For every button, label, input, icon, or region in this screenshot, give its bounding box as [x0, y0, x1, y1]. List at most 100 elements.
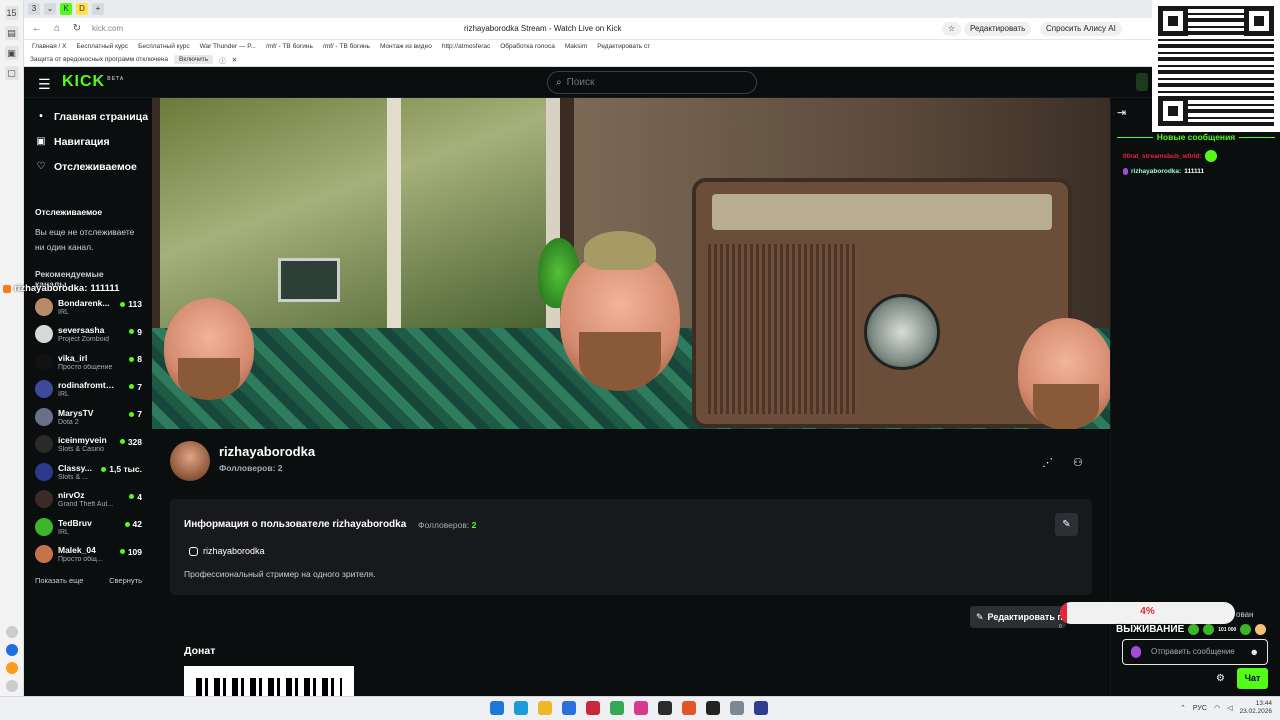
tab-counter[interactable]: 15: [4, 6, 19, 20]
sidebar-channel-item[interactable]: seversasha Project Zomboid 9: [24, 321, 152, 349]
tray-arrow-icon[interactable]: ⌃: [1180, 704, 1186, 712]
side-icon-1[interactable]: ▤: [4, 26, 19, 40]
bookmark-item[interactable]: Монтаж из видео: [380, 43, 432, 50]
firefox-icon[interactable]: [682, 701, 696, 715]
search-input[interactable]: [566, 77, 737, 88]
sidebar-channel-item[interactable]: rodinafromthai IRL 7: [24, 376, 152, 404]
mail-icon[interactable]: [6, 662, 18, 674]
start-icon[interactable]: [490, 701, 504, 715]
survival-title: ВЫЖИВАНИЕ: [1116, 624, 1185, 635]
sidebar-channel-item[interactable]: MarysTV Dota 2 7: [24, 403, 152, 431]
wifi-icon[interactable]: ◠: [1214, 704, 1220, 712]
ask-alice-button[interactable]: Спросить Алису AI: [1040, 22, 1122, 36]
language-indicator[interactable]: РУС: [1193, 705, 1207, 712]
channel-viewers: 328: [119, 437, 142, 447]
overlay-icon: [3, 284, 11, 293]
emote-icon: [1240, 624, 1252, 635]
clock[interactable]: 13:44 23.02.2026: [1239, 700, 1272, 716]
banner-face-center: [560, 231, 680, 391]
channel-avatar: [35, 545, 53, 564]
emoji-icon[interactable]: ☻: [1250, 647, 1259, 657]
reload-icon[interactable]: ↻: [70, 23, 84, 34]
sidebar-channel-item[interactable]: nirvOz Grand Theft Aut... 4: [24, 486, 152, 514]
avatar[interactable]: [170, 441, 210, 481]
chat-user[interactable]: 00rat_streamsbub_w0rld:: [1123, 153, 1202, 160]
edit-about-button[interactable]: ✎: [1055, 513, 1078, 536]
home-browser-icon[interactable]: ⌂: [50, 23, 64, 34]
app-icon[interactable]: [706, 701, 720, 715]
add-icon[interactable]: [6, 626, 18, 638]
bookmark-item[interactable]: http://atmosferac: [442, 43, 490, 50]
channel-item-category: Project Zomboid: [58, 336, 109, 344]
back-icon[interactable]: ←: [30, 23, 44, 34]
overlay-qr-code: [1152, 0, 1280, 132]
app-icon[interactable]: [658, 701, 672, 715]
tab-chevron-icon[interactable]: ⌄: [44, 3, 56, 15]
sidebar-channel-item[interactable]: iceinmyvein Slots & Casino 328: [24, 431, 152, 459]
side-icon-3[interactable]: ▢: [4, 66, 19, 80]
channel-viewers: 1,5 тыс.: [101, 464, 142, 474]
bookmark-item[interactable]: /mf/ - ТВ богинь: [323, 43, 370, 50]
new-tab-plus-icon[interactable]: +: [92, 3, 104, 15]
instagram-link[interactable]: rizhayaborodka: [189, 546, 265, 556]
bookmark-star-icon[interactable]: ☆: [942, 22, 962, 36]
channel-item-name: TedBruv: [58, 517, 92, 528]
gear-icon[interactable]: ⚙: [1216, 673, 1225, 684]
sidebar-channel-item[interactable]: TedBruv IRL 42: [24, 513, 152, 541]
check-icon[interactable]: [6, 644, 18, 656]
send-chat-button[interactable]: Чат: [1237, 668, 1268, 689]
sidebar-item-browse[interactable]: ▣ Навигация: [24, 129, 152, 154]
sidebar-channel-item[interactable]: Malek_04 Просто общ... 109: [24, 541, 152, 569]
bookmark-item[interactable]: Бесплатный курс: [77, 43, 129, 50]
bookmark-item[interactable]: Редактировать ст: [597, 43, 650, 50]
bookmark-item[interactable]: /mf/ - ТВ богинь: [266, 43, 313, 50]
help-icon[interactable]: ⓘ: [219, 55, 226, 65]
check-app-icon[interactable]: [562, 701, 576, 715]
chat-user[interactable]: rizhayaborodka:: [1131, 168, 1181, 175]
sidebar-item-home[interactable]: • Главная страница: [24, 104, 152, 129]
sidebar-channel-item[interactable]: vika_irl Просто общение 8: [24, 348, 152, 376]
volume-icon[interactable]: ◁: [1227, 704, 1232, 712]
collapse-link[interactable]: Свернуть: [109, 576, 142, 585]
url-field[interactable]: kick.com: [92, 24, 212, 33]
search-box[interactable]: ⌕: [547, 71, 757, 94]
logo-beta: BETA: [107, 75, 125, 82]
show-more-link[interactable]: Показать еще: [35, 576, 83, 585]
app-icon[interactable]: [586, 701, 600, 715]
bookmark-item[interactable]: Обработка голоса: [500, 43, 555, 50]
bookmark-item[interactable]: War Thunder — Р...: [200, 43, 256, 50]
instagram-app-icon[interactable]: [634, 701, 648, 715]
sidebar-item-following[interactable]: ♡ Отслеживаемое: [24, 154, 152, 179]
grid-icon[interactable]: [6, 680, 18, 692]
menu-icon[interactable]: ☰: [38, 76, 51, 93]
enable-protection-button[interactable]: Включить: [174, 55, 214, 64]
user-settings-icon[interactable]: ⚇: [1073, 456, 1083, 469]
yandex-icon[interactable]: [754, 701, 768, 715]
bookmark-item[interactable]: Главная / X: [32, 43, 67, 50]
kick-logo[interactable]: KICK BETA: [62, 73, 124, 91]
account-button[interactable]: [1136, 73, 1148, 91]
close-icon[interactable]: ✕: [232, 56, 237, 64]
sidebar-channel-item[interactable]: Bondarenk... IRL 113: [24, 293, 152, 321]
donate-qr-code[interactable]: [184, 666, 354, 696]
chrome-icon[interactable]: [610, 701, 624, 715]
edit-page-button[interactable]: Редактировать: [964, 22, 1032, 36]
sidebar-channel-item[interactable]: Classy... Slots & ... 1,5 тыс.: [24, 458, 152, 486]
bookmark-item[interactable]: Бесплатный курс: [138, 43, 190, 50]
edit-panels-button[interactable]: ✎ Редактировать панели: [970, 606, 1066, 628]
side-icon-2[interactable]: ▣: [4, 46, 19, 60]
tab-3[interactable]: 3: [28, 3, 40, 15]
channel-item-name: seversasha: [58, 325, 105, 336]
channel-viewers: 4: [129, 492, 142, 502]
share-icon[interactable]: ⋰: [1042, 456, 1053, 469]
folder-icon[interactable]: [538, 701, 552, 715]
tab-other[interactable]: D: [76, 3, 88, 15]
edge-icon[interactable]: [514, 701, 528, 715]
browser-side-panel: 15 ▤ ▣ ▢: [0, 0, 24, 700]
collapse-chat-icon[interactable]: ⇥: [1117, 106, 1126, 119]
settings-icon[interactable]: [730, 701, 744, 715]
mic-icon[interactable]: [1131, 646, 1141, 658]
bookmark-item[interactable]: Maksim: [565, 43, 587, 50]
chat-input-box[interactable]: Отправить сообщение ☻: [1122, 639, 1268, 665]
tab-kick[interactable]: K: [60, 3, 72, 15]
